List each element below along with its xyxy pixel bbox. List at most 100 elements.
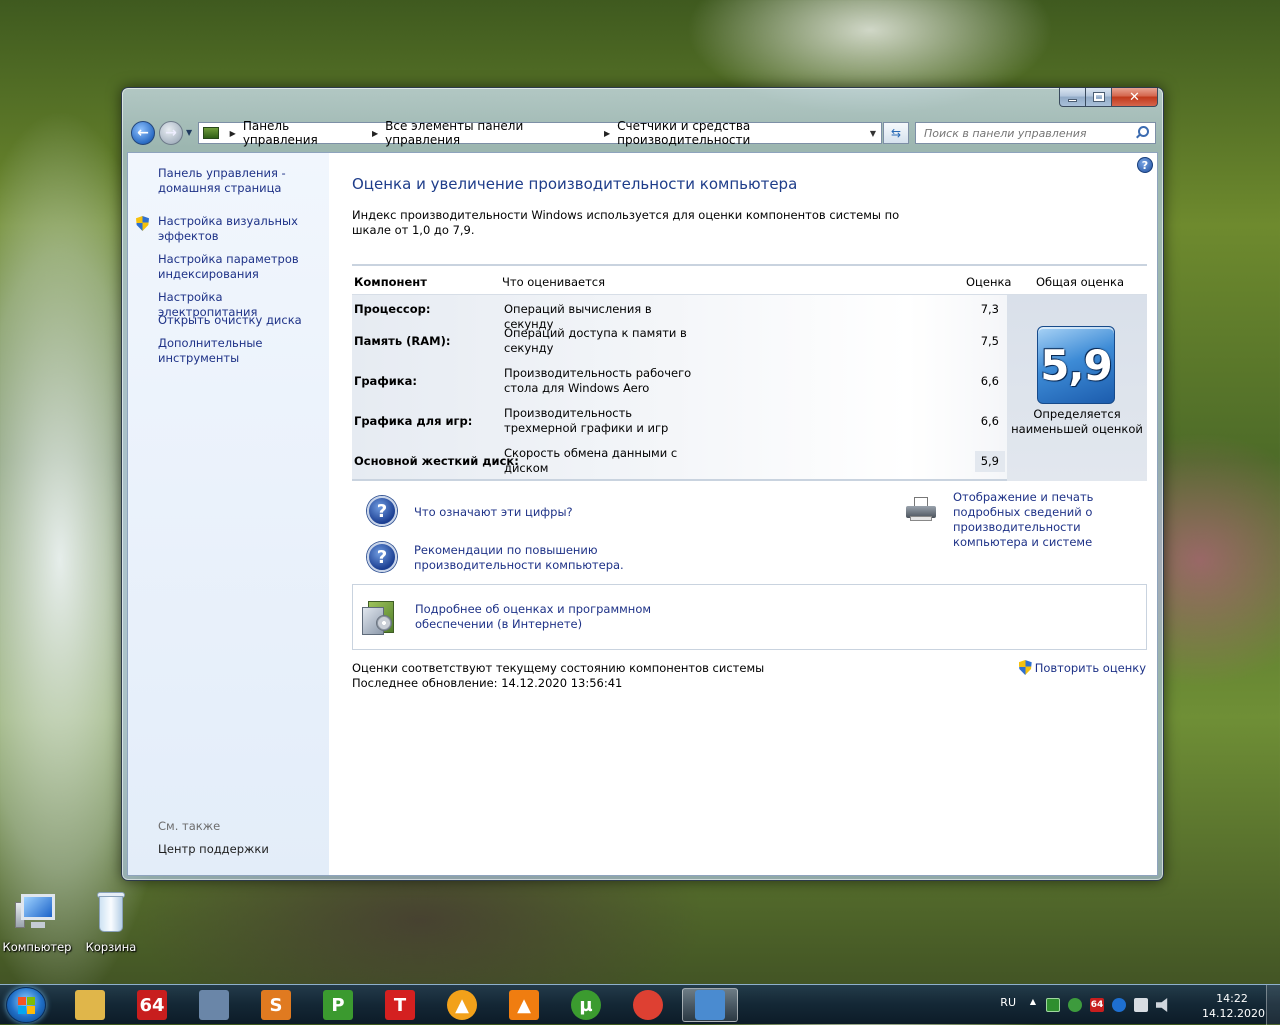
- chevron-right-icon[interactable]: ▶: [230, 129, 236, 138]
- intro-text: Индекс производительности Windows исполь…: [352, 208, 900, 237]
- start-button[interactable]: [6, 987, 46, 1023]
- main-content: ? Оценка и увеличение производительности…: [329, 153, 1157, 875]
- uac-shield-icon: [1018, 660, 1032, 675]
- taskbar-button[interactable]: [682, 988, 738, 1022]
- component-name: Графика для игр:: [354, 414, 473, 428]
- score-table: Компонент Что оценивается Оценка Общая о…: [352, 264, 1147, 481]
- status-text: Оценки соответствуют текущему состоянию …: [352, 661, 765, 675]
- text-editor-icon: T: [385, 990, 415, 1020]
- page-title: Оценка и увеличение производительности к…: [352, 175, 798, 193]
- rerun-label[interactable]: Повторить оценку: [1035, 661, 1146, 675]
- header-base-score: Общая оценка: [1036, 275, 1125, 289]
- help-question-icon: ?: [367, 496, 397, 526]
- sidebar-link-home[interactable]: Панель управления - домашняя страница: [158, 166, 323, 196]
- last-update-text: Последнее обновление: 14.12.2020 13:56:4…: [352, 676, 623, 690]
- maximize-button[interactable]: [1086, 88, 1112, 107]
- sidebar-link-visual-effects[interactable]: Настройка визуальных эффектов: [158, 214, 323, 244]
- taskbar-button[interactable]: P: [310, 988, 366, 1022]
- taskbar-button[interactable]: 64: [124, 988, 180, 1022]
- breadcrumb-performance[interactable]: Счетчики и средства производительности: [617, 119, 881, 147]
- component-score: 6,6: [980, 374, 999, 388]
- rerun-assessment-link[interactable]: Повторить оценку: [1018, 660, 1146, 675]
- forward-button[interactable]: →: [159, 121, 183, 145]
- chevron-right-icon[interactable]: ▶: [604, 129, 610, 138]
- component-score: 7,5: [980, 334, 999, 348]
- aida64-icon: 64: [137, 990, 167, 1020]
- tray-browser-icon[interactable]: [1112, 998, 1126, 1012]
- clock[interactable]: 14:22 14.12.2020: [1202, 991, 1265, 1021]
- tray-app-icon[interactable]: [1046, 998, 1060, 1012]
- taskbar-button[interactable]: ▲: [434, 988, 490, 1022]
- address-dropdown-icon[interactable]: ▼: [865, 123, 881, 143]
- refresh-icon: ⇆: [890, 126, 902, 140]
- address-bar[interactable]: ▶ Панель управления ▶ Все элементы панел…: [198, 119, 882, 147]
- component-measure: Операций доступа к памяти в секунду: [504, 326, 687, 355]
- taskbar-button[interactable]: [186, 988, 242, 1022]
- header-component: Компонент: [354, 275, 427, 289]
- sidebar-link-indexing[interactable]: Настройка параметров индексирования: [158, 252, 323, 282]
- breadcrumb-control-panel[interactable]: Панель управления: [243, 119, 365, 147]
- close-button[interactable]: ✕: [1112, 88, 1158, 107]
- desktop-icon-computer[interactable]: Компьютер: [1, 888, 73, 954]
- recent-pages-dropdown[interactable]: ▼: [186, 128, 192, 137]
- search-icon[interactable]: [1135, 126, 1149, 140]
- performance-window-icon: [695, 990, 725, 1020]
- sheets-icon: S: [261, 990, 291, 1020]
- taskbar-button[interactable]: µ: [558, 988, 614, 1022]
- component-measure: Производительность рабочего стола для Wi…: [504, 366, 692, 395]
- performance-window: ✕ ← → ▼ ▶ Панель управления ▶ Все элемен…: [121, 87, 1164, 881]
- minimize-button[interactable]: [1059, 88, 1086, 107]
- refresh-button[interactable]: ⇆: [883, 122, 909, 144]
- show-desktop-button[interactable]: [1266, 985, 1280, 1025]
- action-center-icon[interactable]: [1134, 998, 1148, 1012]
- taskbar-button[interactable]: T: [372, 988, 428, 1022]
- volume-icon[interactable]: [1156, 998, 1168, 1012]
- utorrent-icon: µ: [571, 990, 601, 1020]
- explorer-icon: [75, 990, 105, 1020]
- component-score-lowest: 5,9: [974, 451, 1005, 472]
- component-measure: Скорость обмена данными с диском: [504, 446, 678, 475]
- arrow-left-icon: ←: [137, 125, 149, 141]
- sidebar-link-action-center[interactable]: Центр поддержки: [158, 842, 269, 856]
- aimp-icon: ▲: [447, 990, 477, 1020]
- clock-date: 14.12.2020: [1202, 1007, 1265, 1020]
- desktop-icon-recycle-bin[interactable]: Корзина: [75, 888, 147, 954]
- breadcrumb-all-items[interactable]: Все элементы панели управления: [385, 119, 597, 147]
- component-name: Память (RAM):: [354, 334, 451, 348]
- software-box-icon: [362, 597, 398, 637]
- taskbar-button[interactable]: S: [248, 988, 304, 1022]
- show-hidden-icons-icon[interactable]: ▲: [1030, 997, 1036, 1006]
- back-button[interactable]: ←: [131, 121, 155, 145]
- link-online-info[interactable]: Подробнее об оценках и программном обесп…: [415, 602, 655, 632]
- sidebar-link-disk-cleanup[interactable]: Открыть очистку диска: [158, 313, 323, 328]
- link-print-details[interactable]: Отображение и печать подробных сведений …: [953, 490, 1149, 550]
- link-recommendations[interactable]: Рекомендации по повышению производительн…: [414, 543, 624, 573]
- search-input[interactable]: [922, 125, 1122, 141]
- close-icon: ✕: [1129, 89, 1140, 105]
- clock-time: 14:22: [1216, 992, 1248, 1005]
- taskbar: 64 S P T ▲ ▲ µ RU ▲ 64 14:22 14.12.2020: [0, 984, 1280, 1025]
- taskbar-button[interactable]: ▲: [496, 988, 552, 1022]
- table-header: Компонент Что оценивается Оценка Общая о…: [352, 264, 1147, 295]
- header-score: Оценка: [966, 275, 1012, 289]
- component-score: 7,3: [980, 302, 999, 316]
- aida64-tray-icon[interactable]: 64: [1090, 998, 1104, 1012]
- control-panel-icon: [203, 127, 219, 139]
- see-also-heading: См. также: [158, 819, 221, 833]
- chevron-right-icon[interactable]: ▶: [372, 129, 378, 138]
- help-question-icon: ?: [367, 542, 397, 572]
- printer-icon: [904, 497, 938, 523]
- taskbar-button[interactable]: [62, 988, 118, 1022]
- base-score-badge: 5,9: [1037, 326, 1115, 404]
- component-name: Процессор:: [354, 302, 431, 316]
- search-box: [915, 122, 1156, 144]
- arrow-right-icon: →: [165, 125, 177, 141]
- tray-network-icon[interactable]: [1068, 998, 1082, 1012]
- language-indicator[interactable]: RU: [1000, 996, 1016, 1009]
- sidebar-link-advanced-tools[interactable]: Дополнительные инструменты: [158, 336, 323, 366]
- table-body: Процессор: Операций вычисления в секунду…: [352, 295, 1147, 481]
- link-what-numbers-mean[interactable]: Что означают эти цифры?: [414, 505, 573, 520]
- taskbar-button[interactable]: [620, 988, 676, 1022]
- vlc-icon: ▲: [509, 990, 539, 1020]
- help-icon[interactable]: ?: [1137, 157, 1153, 173]
